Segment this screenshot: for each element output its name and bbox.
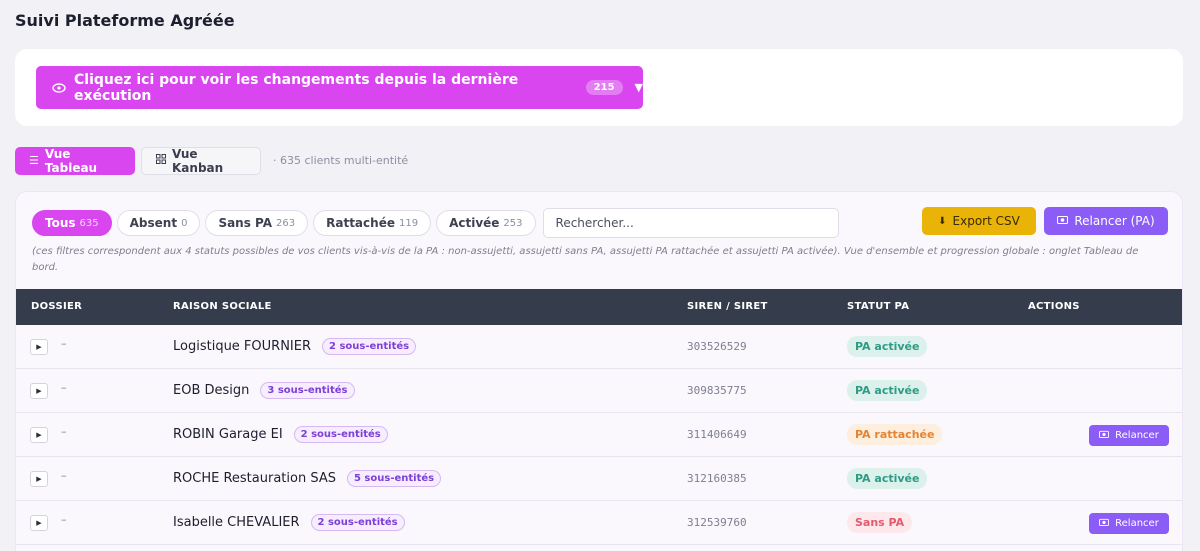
kanban-view-label: Vue Kanban — [172, 146, 224, 175]
changes-card: Cliquez ici pour voir les changements de… — [15, 49, 1183, 126]
client-name: Isabelle CHEVALIER — [173, 515, 300, 530]
table-row[interactable]: ▶ – Isabelle CHEVALIER 2 sous-entités 312539… — [16, 501, 1182, 545]
col-raison-sociale: RAISON SOCIALE — [173, 301, 272, 312]
table-row[interactable]: ▶ – ROCHE Restauration SAS 5 sous-entités 31… — [16, 457, 1182, 501]
export-csv-button[interactable]: ⬇ Export CSV — [922, 207, 1036, 235]
client-name: ROCHE Restauration SAS — [173, 471, 336, 486]
export-csv-label: Export CSV — [952, 214, 1020, 228]
sub-entities-badge[interactable]: 3 sous-entités — [260, 382, 355, 399]
table-row[interactable]: ▶ – Logistique FOURNIER 2 sous-entités 30352… — [16, 325, 1182, 369]
sub-entities-badge[interactable]: 2 sous-entités — [293, 426, 388, 443]
expand-row-button[interactable]: ▶ — [30, 339, 48, 355]
siren-value: 312539760 — [687, 516, 747, 529]
col-statut: STATUT PA — [847, 301, 910, 312]
filter-label: Sans PA — [218, 216, 273, 230]
filter-count: 0 — [181, 217, 188, 229]
camera-icon — [1057, 215, 1069, 227]
search-input[interactable] — [542, 208, 839, 238]
filter-label: Activée — [449, 216, 500, 230]
raison-sociale-cell: Logistique FOURNIER 2 sous-entités — [173, 338, 417, 355]
filter-rattachee[interactable]: Rattachée 119 — [313, 210, 432, 236]
filter-label: Rattachée — [326, 216, 395, 230]
dossier-value: – — [61, 381, 67, 394]
col-actions: ACTIONS — [1028, 301, 1080, 312]
raison-sociale-cell: ROBIN Garage EI 2 sous-entités — [173, 426, 388, 443]
relancer-button[interactable]: Relancer — [1089, 513, 1169, 534]
grid-icon — [156, 154, 166, 167]
filter-count: 119 — [398, 217, 419, 229]
table-row[interactable]: ▶ – ROBIN Garage EI 2 sous-entités 311406649… — [16, 413, 1182, 457]
view-switcher: ☰ Vue Tableau Vue Kanban · 635 clients m… — [15, 146, 408, 175]
client-name: Logistique FOURNIER — [173, 339, 311, 354]
changes-count-badge: 215 — [585, 80, 623, 95]
dossier-value: – — [61, 469, 67, 482]
client-name: EOB Design — [173, 383, 250, 398]
filter-label: Tous — [45, 216, 76, 230]
raison-sociale-cell: EOB Design 3 sous-entités — [173, 382, 355, 399]
filter-sans-pa[interactable]: Sans PA 263 — [205, 210, 309, 236]
relancer-label: Relancer — [1115, 430, 1159, 441]
expand-row-button[interactable]: ▶ — [30, 471, 48, 487]
status-badge: PA activée — [847, 468, 928, 489]
camera-icon — [1099, 518, 1110, 529]
siren-value: 311406649 — [687, 428, 747, 441]
eye-icon — [52, 81, 66, 95]
expand-row-button[interactable]: ▶ — [30, 383, 48, 399]
filter-count: 635 — [79, 217, 99, 229]
view-changes-button[interactable]: Cliquez ici pour voir les changements de… — [36, 66, 643, 109]
table-header: DOSSIER RAISON SOCIALE SIREN / SIRET STA… — [16, 289, 1182, 325]
clients-panel: Tous 635 Absent 0 Sans PA 263 Rattachée 119 … — [15, 191, 1183, 551]
dossier-value: – — [61, 425, 67, 438]
sub-entities-badge[interactable]: 5 sous-entités — [346, 470, 442, 487]
raison-sociale-cell: Isabelle CHEVALIER 2 sous-entités — [173, 514, 405, 531]
filter-count: 263 — [276, 217, 296, 229]
col-dossier: DOSSIER — [31, 301, 83, 312]
status-badge: PA activée — [847, 336, 928, 357]
status-badge: PA activée — [847, 380, 928, 401]
dossier-value: – — [61, 337, 67, 350]
filter-all[interactable]: Tous 635 — [32, 210, 112, 236]
siren-value: 309835775 — [687, 384, 747, 397]
siren-value: 303526529 — [687, 340, 747, 353]
client-name: ROBIN Garage EI — [173, 427, 283, 442]
filter-label: Absent — [129, 216, 178, 230]
filter-count: 253 — [503, 217, 523, 229]
filter-absent[interactable]: Absent 0 — [116, 210, 201, 236]
table-view-button[interactable]: ☰ Vue Tableau — [15, 146, 135, 175]
play-icon: ▶ — [36, 475, 42, 483]
expand-row-button[interactable]: ▶ — [30, 427, 48, 443]
relance-pa-label: Relancer (PA) — [1074, 214, 1155, 228]
page-title: Suivi Plateforme Agréée — [15, 11, 235, 30]
sub-entities-badge[interactable]: 2 sous-entités — [322, 338, 417, 355]
play-icon: ▶ — [36, 387, 42, 395]
play-icon: ▶ — [36, 343, 42, 351]
filter-help-text: (ces filtres correspondent aux 4 statuts… — [32, 246, 1139, 273]
expand-row-button[interactable]: ▶ — [30, 515, 48, 531]
play-icon: ▶ — [36, 519, 42, 527]
filter-activee[interactable]: Activée 253 — [436, 210, 536, 236]
siren-value: 312160385 — [687, 472, 747, 485]
status-filters: Tous 635 Absent 0 Sans PA 263 Rattachée 119 … — [32, 208, 839, 238]
view-changes-label: Cliquez ici pour voir les changements de… — [74, 71, 519, 104]
table-row[interactable]: ▶ – EOB Design 3 sous-entités 309835775 PA ac… — [16, 369, 1182, 413]
relance-pa-button[interactable]: Relancer (PA) — [1044, 207, 1168, 235]
list-icon: ☰ — [29, 154, 39, 167]
table-view-label: Vue Tableau — [44, 146, 98, 175]
status-badge: Sans PA — [847, 512, 913, 533]
col-siren: SIREN / SIRET — [687, 301, 768, 312]
raison-sociale-cell: ROCHE Restauration SAS 5 sous-entités — [173, 470, 442, 487]
play-icon: ▶ — [36, 431, 42, 439]
client-count-text: · 635 clients multi-entité — [273, 154, 409, 167]
status-badge: PA rattachée — [847, 424, 943, 445]
chevron-down-icon: ▼ — [634, 81, 643, 94]
sub-entities-badge[interactable]: 2 sous-entités — [310, 514, 405, 531]
download-icon: ⬇ — [938, 215, 947, 227]
relancer-label: Relancer — [1115, 518, 1159, 529]
relancer-button[interactable]: Relancer — [1089, 425, 1169, 446]
camera-icon — [1099, 430, 1110, 441]
dossier-value: – — [61, 513, 67, 526]
kanban-view-button[interactable]: Vue Kanban — [141, 146, 261, 175]
